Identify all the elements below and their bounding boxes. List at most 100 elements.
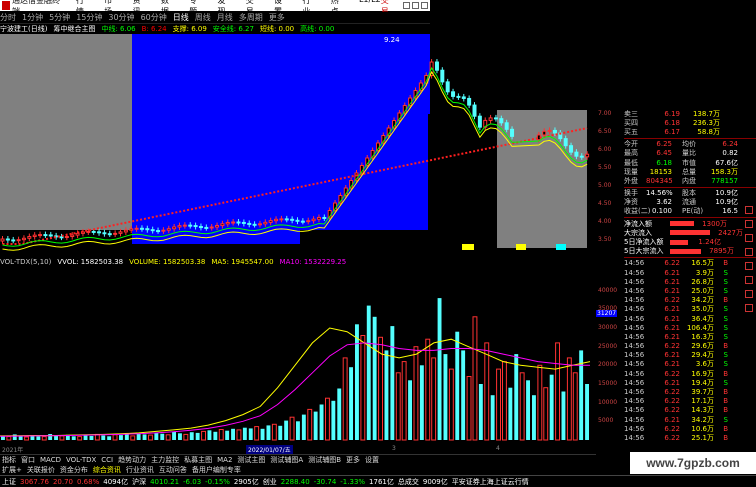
candle-body — [48, 234, 53, 237]
candle-body — [504, 122, 509, 130]
flow-label: 净流入额 — [624, 219, 652, 228]
event-marker[interactable] — [556, 244, 566, 250]
info-tab[interactable]: 资金分布 — [60, 465, 88, 475]
indicator-button[interactable]: 主力监控 — [151, 455, 179, 465]
stat-value: 3.62 — [656, 198, 672, 207]
index-label[interactable]: 创业 — [263, 477, 277, 487]
volume-bar — [254, 426, 260, 441]
tick-time: 14:56 — [624, 351, 645, 360]
indicator-button[interactable]: 趋势动力 — [118, 455, 146, 465]
indicator-button[interactable]: MA2 — [217, 456, 232, 464]
stat-label: 量比 — [682, 149, 696, 158]
orderbook-price: 6.19 — [664, 109, 680, 118]
info-tabs: 扩展+ 关联报价 资金分布 综合资讯 行业资讯 互动问答 备用户编制专率 — [0, 465, 596, 475]
index-value: 2288.40 — [280, 477, 310, 486]
tick-price: 6.21 — [664, 305, 680, 314]
volume-chart[interactable] — [0, 268, 596, 444]
tick-side: B — [723, 424, 728, 433]
flow-label: 5日大宗流入 — [624, 247, 664, 256]
candle-body — [236, 221, 241, 224]
volume-bar — [455, 331, 460, 440]
maximize-icon[interactable] — [412, 2, 420, 9]
minimize-icon[interactable] — [403, 2, 411, 9]
side-tool-icon[interactable] — [745, 304, 753, 312]
indicator-button[interactable]: VOL-TDX — [66, 456, 96, 464]
indicator-button[interactable]: 设置 — [365, 455, 379, 465]
tick-side: B — [723, 388, 728, 397]
period-tab[interactable]: 多周期 — [239, 12, 263, 23]
event-marker[interactable] — [516, 244, 526, 250]
volume-bar — [154, 432, 159, 440]
side-tool-icon[interactable] — [745, 206, 753, 214]
candle-body — [38, 234, 43, 237]
volume-bar — [313, 411, 318, 440]
indicator-button[interactable]: 私募主图 — [184, 455, 212, 465]
volume-bar — [301, 414, 306, 440]
chart-header: 宁波建工(日线) 筹中继合主图 中线: 6.06 B: 6.24 支撑: 6.0… — [0, 24, 596, 34]
side-tool-icon[interactable] — [745, 234, 753, 242]
candle-body — [585, 153, 590, 158]
volume-bar — [24, 436, 30, 441]
info-tab[interactable]: 行业资讯 — [126, 465, 154, 475]
indicator-button[interactable]: 窗口 — [21, 455, 35, 465]
period-tab[interactable]: 月线 — [217, 12, 233, 23]
indicator-button[interactable]: 测试辅图A — [270, 455, 303, 465]
tick-time: 14:56 — [624, 397, 645, 406]
info-tab[interactable]: 综合资讯 — [93, 465, 121, 475]
period-tab[interactable]: 日线 — [173, 12, 189, 23]
volume-bar — [532, 395, 536, 440]
candle-body — [445, 81, 450, 93]
tick-price: 6.21 — [664, 332, 680, 341]
period-tab[interactable]: 15分钟 — [76, 12, 102, 23]
index-label[interactable]: 沪深 — [132, 477, 146, 487]
server-name[interactable]: 平安证券上海上证云行情 — [452, 477, 529, 487]
stat-value: 804345 — [646, 176, 673, 185]
volume-bar — [342, 357, 348, 441]
index-pct: 0.68% — [77, 477, 100, 486]
side-tool-icon[interactable] — [745, 290, 753, 298]
candle-body — [220, 223, 225, 227]
event-marker[interactable] — [462, 244, 474, 250]
info-tab[interactable]: 关联报价 — [27, 465, 55, 475]
info-tab[interactable]: 互动问答 — [159, 465, 187, 475]
indicator-button[interactable]: CCI — [101, 456, 113, 464]
tick-row: 14:56 6.21 26.8万 S — [624, 277, 756, 286]
tick-side: B — [723, 296, 728, 305]
index-label[interactable]: 上证 — [2, 477, 16, 487]
info-tab[interactable]: 备用户编制专率 — [192, 465, 241, 475]
side-tool-icon[interactable] — [745, 220, 753, 228]
indicator-button[interactable]: 指标 — [2, 455, 16, 465]
period-tab[interactable]: 60分钟 — [141, 12, 167, 23]
tick-list[interactable]: 14:56 6.22 16.5万 B 14:56 6.21 3.9万 S 14:56 6.21 26… — [624, 259, 756, 443]
stock-name: 宁波建工(日线) — [0, 25, 48, 33]
tick-side: B — [723, 397, 728, 406]
side-tool-icon[interactable] — [745, 248, 753, 256]
stat-value: 18153 — [649, 167, 672, 176]
period-tab[interactable]: 30分钟 — [108, 12, 134, 23]
indicator-button[interactable]: 更多 — [346, 455, 360, 465]
period-tab[interactable]: 1分钟 — [22, 12, 43, 23]
chart-template[interactable]: 筹中继合主图 — [53, 24, 95, 34]
info-tab[interactable]: 扩展+ — [2, 465, 22, 475]
side-tool-icon[interactable] — [745, 276, 753, 284]
period-tab[interactable]: 更多 — [269, 12, 285, 23]
indicator-button[interactable]: 测试辅图B — [308, 455, 341, 465]
candlestick-chart[interactable]: 9.24 — [0, 34, 596, 260]
tick-qty: 26.8万 — [691, 277, 714, 286]
orderbook-qty: 58.8万 — [697, 127, 720, 136]
volume-indicator-name[interactable]: VOL-TDX(5,10) — [0, 258, 51, 267]
candle-body — [306, 220, 311, 223]
candle-body — [493, 117, 498, 120]
indicator-button[interactable]: MACD — [40, 456, 61, 464]
period-tab[interactable]: 周线 — [195, 12, 211, 23]
period-tab[interactable]: 分时 — [0, 12, 16, 23]
period-tab[interactable]: 5分钟 — [49, 12, 70, 23]
volume-value: VOLUME: 1582503.38 — [129, 258, 206, 266]
close-icon[interactable] — [421, 2, 429, 9]
indicator-button[interactable]: 测试主图 — [237, 455, 265, 465]
tick-row: 14:56 6.21 16.3万 S — [624, 332, 756, 341]
volume-bar — [148, 434, 153, 441]
volume-tick: 30000 — [598, 324, 618, 331]
side-tool-icon[interactable] — [745, 262, 753, 270]
tick-qty: 25.1万 — [691, 433, 714, 442]
